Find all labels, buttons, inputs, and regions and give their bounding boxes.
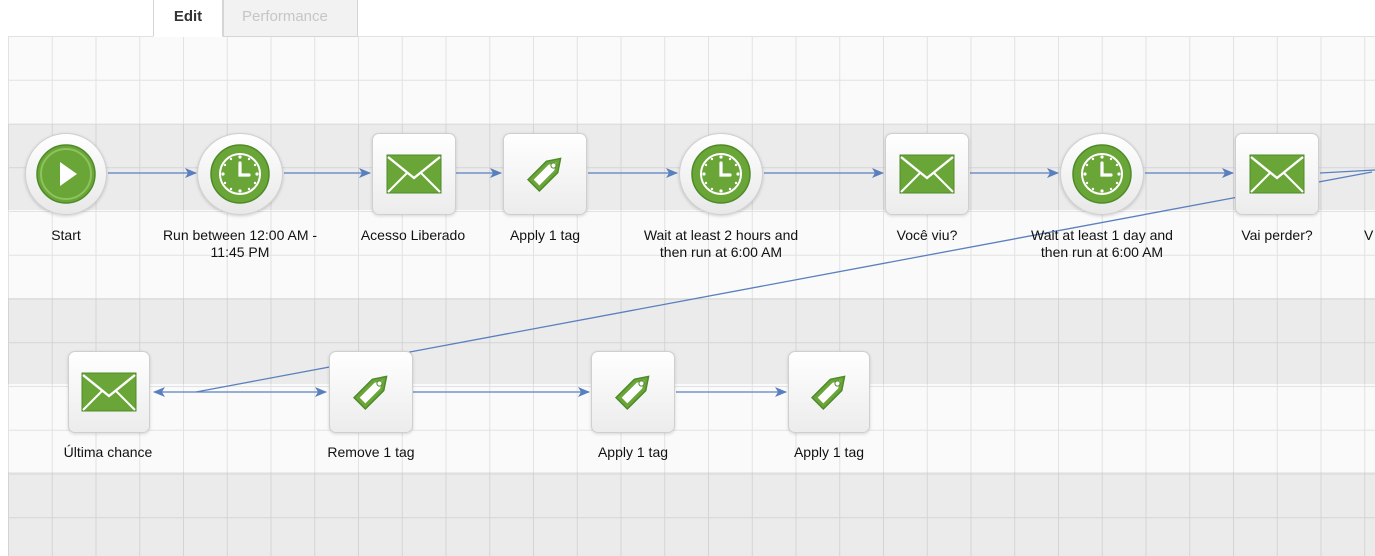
- wait-1-day-node[interactable]: [1060, 133, 1144, 215]
- tag-icon: [526, 157, 562, 193]
- clock-icon: [1072, 144, 1132, 204]
- email-icon: [81, 372, 137, 412]
- node-label: Wait at least 2 hours and then run at 6:…: [643, 227, 799, 260]
- email-icon: [899, 154, 955, 194]
- email-icon: [386, 154, 442, 194]
- email-node-vai-perder[interactable]: [1235, 133, 1319, 215]
- email-node-ultima-chance[interactable]: [68, 351, 150, 433]
- tag-icon: [352, 375, 388, 411]
- node-label: Acesso Liberado: [360, 227, 466, 243]
- node-label: Apply 1 tag: [509, 227, 581, 243]
- tag-node-apply[interactable]: [591, 351, 675, 433]
- node-label: Apply 1 tag: [597, 444, 669, 460]
- tag-icon: [810, 375, 846, 411]
- workflow-connectors: [108, 168, 1375, 397]
- tag-node-apply[interactable]: [503, 133, 587, 215]
- node-label: Última chance: [63, 444, 153, 460]
- play-icon: [36, 144, 96, 204]
- node-label: Vai perder?: [1241, 227, 1313, 243]
- email-node-acesso-liberado[interactable]: [372, 133, 456, 215]
- node-label: Apply 1 tag: [793, 444, 865, 460]
- tag-node-remove[interactable]: [329, 351, 413, 433]
- node-label: Start: [51, 227, 81, 243]
- clock-icon: [691, 144, 751, 204]
- node-label-cut-off: V: [1364, 227, 1374, 243]
- node-label: Remove 1 tag: [327, 444, 415, 460]
- tag-node-apply[interactable]: [788, 351, 870, 433]
- email-icon: [1249, 154, 1305, 194]
- clock-icon: [210, 144, 270, 204]
- node-label: Wait at least 1 day and then run at 6:00…: [1031, 227, 1173, 260]
- wait-2-hours-node[interactable]: [679, 133, 763, 215]
- node-label: Run between 12:00 AM - 11:45 PM: [162, 227, 318, 260]
- tag-icon: [614, 375, 650, 411]
- node-label: Você viu?: [896, 227, 958, 243]
- email-node-voce-viu[interactable]: [885, 133, 969, 215]
- run-between-node[interactable]: [197, 133, 283, 215]
- start-node[interactable]: [25, 133, 107, 215]
